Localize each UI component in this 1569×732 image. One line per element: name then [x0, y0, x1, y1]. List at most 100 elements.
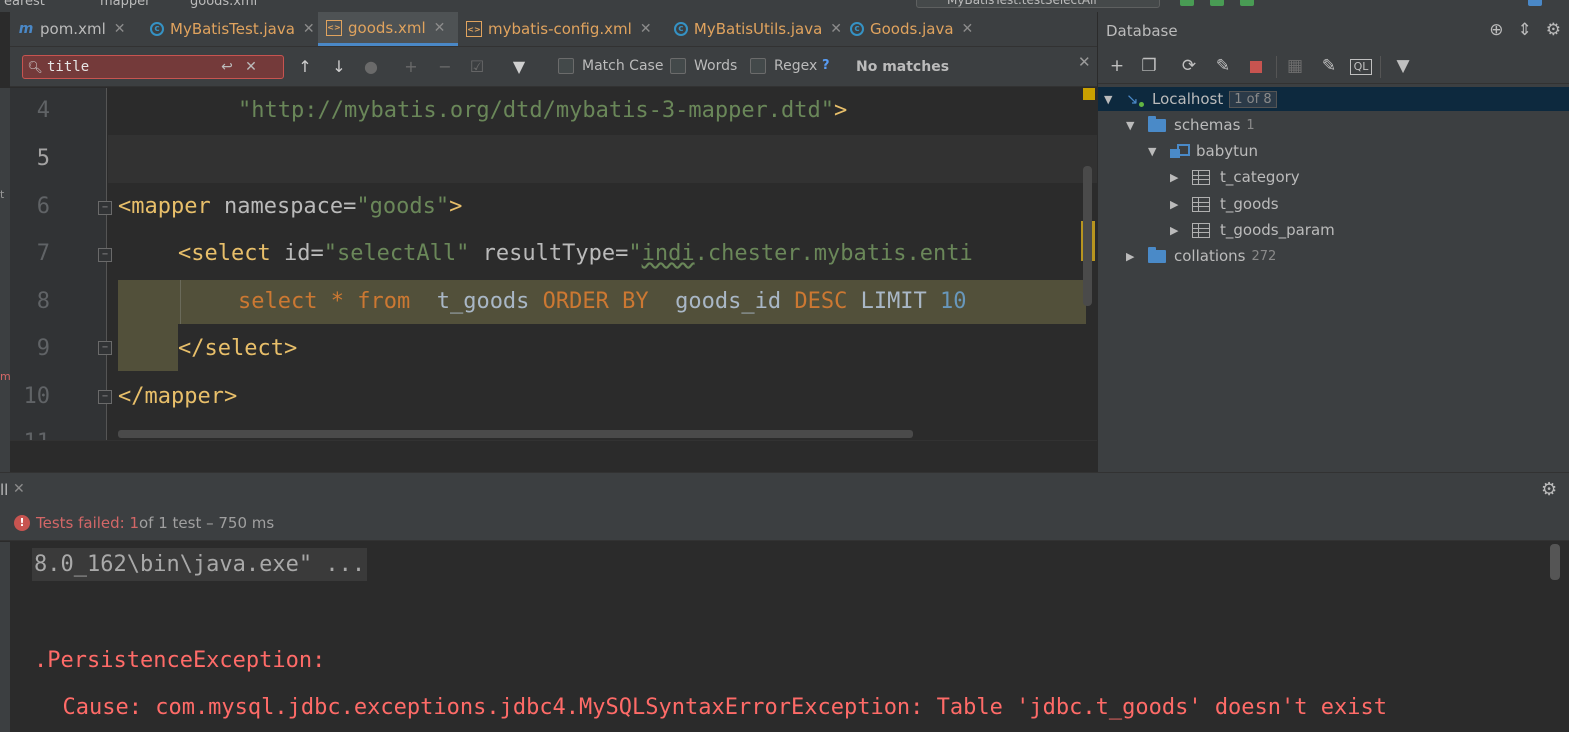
fold-icon[interactable]: −: [98, 248, 112, 262]
edit-icon[interactable]: ✎: [1318, 56, 1340, 76]
warning-marker[interactable]: [1083, 88, 1095, 100]
code-token: <mapper: [118, 194, 211, 219]
toolbar-separator: [1380, 56, 1381, 78]
code-token: namespace=: [210, 194, 357, 219]
database-toolbar: + ❐ ⟳ ✎ ▦ ✎ QL ▼: [1098, 50, 1569, 84]
stop-icon[interactable]: [1250, 61, 1262, 73]
collapse-icon[interactable]: ⇕: [1518, 20, 1532, 40]
close-icon[interactable]: ✕: [114, 21, 126, 37]
vertical-scrollbar[interactable]: [1550, 544, 1560, 580]
tree-node-schemas[interactable]: ▼ schemas 1: [1126, 113, 1255, 137]
line-number: 5: [36, 146, 50, 171]
previous-occurrence-icon[interactable]: ↑: [294, 57, 316, 77]
regex-checkbox[interactable]: Regex: [750, 58, 817, 74]
expand-arrow-icon[interactable]: ▼: [1104, 93, 1116, 106]
close-icon[interactable]: ✕: [830, 21, 842, 37]
tool-marker[interactable]: m: [0, 370, 11, 383]
gear-icon[interactable]: ⚙: [1541, 479, 1557, 500]
expand-arrow-icon[interactable]: ▼: [1126, 119, 1138, 132]
newline-icon[interactable]: ↩: [215, 59, 239, 75]
find-input[interactable]: [47, 59, 215, 75]
tree-node-table[interactable]: ▶ t_goods_param: [1170, 218, 1335, 242]
tab-mybatisutils-java[interactable]: c MyBatisUtils.java ✕: [666, 12, 842, 46]
next-occurrence-icon[interactable]: ↓: [328, 57, 350, 77]
tab-mybatistest-java[interactable]: c MyBatisTest.java ✕: [142, 12, 318, 46]
run-tab-label[interactable]: ll: [0, 481, 8, 499]
tree-node-localhost[interactable]: ▼ ↘ Localhost 1 of 8: [1098, 87, 1569, 111]
filter-icon[interactable]: ▼: [1392, 56, 1414, 76]
expand-arrow-icon[interactable]: ▶: [1170, 224, 1182, 237]
tab-label: pom.xml: [40, 20, 106, 38]
code-token: "selectAll": [323, 241, 470, 266]
find-field[interactable]: 🔍︎ ↩ ✕: [22, 55, 284, 79]
run-configuration-select[interactable]: MyBatisTest.testSelectAll: [916, 0, 1160, 8]
breadcrumb-item[interactable]: goods.xml: [190, 0, 257, 9]
checkbox-box[interactable]: [558, 58, 574, 74]
checkbox-box[interactable]: [750, 58, 766, 74]
table-view-icon[interactable]: ▦: [1284, 56, 1306, 76]
add-occurrence-icon[interactable]: +: [400, 57, 422, 77]
schema-sync-icon[interactable]: ✎: [1212, 56, 1234, 76]
tree-node-collations[interactable]: ▶ collations 272: [1126, 244, 1276, 268]
tab-mybatis-config-xml[interactable]: <> mybatis-config.xml ✕: [458, 12, 666, 46]
coverage-icon[interactable]: [1240, 0, 1254, 6]
remove-occurrence-icon[interactable]: −: [434, 57, 456, 77]
sql-console-icon[interactable]: QL: [1350, 59, 1372, 75]
tree-node-label: t_goods: [1220, 195, 1279, 213]
regex-help-link[interactable]: ?: [822, 58, 830, 73]
find-in-path-icon[interactable]: ●: [360, 57, 382, 77]
match-case-checkbox[interactable]: Match Case: [558, 58, 663, 74]
crosshair-icon[interactable]: ⊕: [1489, 20, 1503, 40]
expand-arrow-icon[interactable]: ▶: [1126, 250, 1138, 263]
close-icon[interactable]: ✕: [962, 21, 974, 37]
words-checkbox[interactable]: Words: [670, 58, 737, 74]
fold-icon[interactable]: −: [98, 390, 112, 404]
toolbar-separator: [1276, 56, 1277, 78]
gear-icon[interactable]: ⚙: [1546, 20, 1561, 40]
selection-highlight: [118, 324, 178, 371]
fold-icon[interactable]: −: [98, 341, 112, 355]
filter-icon[interactable]: ▼: [508, 57, 530, 77]
close-icon[interactable]: ✕: [434, 20, 446, 36]
horizontal-scrollbar[interactable]: [118, 430, 913, 438]
refresh-icon[interactable]: ⟳: [1178, 56, 1200, 76]
search-icon[interactable]: 🔍︎: [23, 60, 47, 74]
tool-marker[interactable]: t: [0, 188, 8, 201]
find-result-text: No matches: [856, 59, 950, 75]
layout-icon[interactable]: [1528, 0, 1542, 6]
tree-node-label: schemas: [1174, 116, 1241, 134]
clear-icon[interactable]: ✕: [239, 59, 263, 75]
expand-arrow-icon[interactable]: ▶: [1170, 198, 1182, 211]
expand-arrow-icon[interactable]: ▼: [1148, 145, 1160, 158]
code-line: select * from t_goods ORDER BY goods_id …: [238, 289, 967, 314]
caret-row: [108, 135, 1097, 183]
breadcrumb-item[interactable]: earest: [4, 0, 45, 9]
code-token: LIMIT: [847, 289, 941, 314]
tree-node-table[interactable]: ▶ t_category: [1170, 165, 1300, 189]
close-icon[interactable]: ✕: [303, 21, 315, 37]
fold-icon[interactable]: −: [98, 201, 112, 215]
copy-icon[interactable]: ❐: [1138, 56, 1160, 76]
breadcrumb-item[interactable]: mapper: [100, 0, 150, 9]
tab-label: goods.xml: [348, 18, 426, 37]
tab-pom-xml[interactable]: m pom.xml ✕: [10, 12, 142, 46]
run-panel-header: ll ✕ ⚙: [0, 472, 1569, 506]
run-icon[interactable]: [1180, 0, 1194, 6]
tab-goods-java[interactable]: c Goods.java ✕: [842, 12, 982, 46]
vertical-scrollbar[interactable]: [1083, 166, 1092, 306]
console-output[interactable]: 8.0_162\bin\java.exe" ... .PersistenceEx…: [10, 542, 1569, 732]
code-editor[interactable]: 4 5 6 7 8 9 10 11 − − − − "http://mybati…: [10, 88, 1097, 440]
tree-node-table[interactable]: ▶ t_goods: [1170, 192, 1279, 216]
error-icon: !: [14, 515, 30, 531]
tree-node-babytun[interactable]: ▼ babytun: [1148, 139, 1258, 163]
checkbox-box[interactable]: [670, 58, 686, 74]
debug-icon[interactable]: [1210, 0, 1224, 6]
close-icon[interactable]: ✕: [1078, 53, 1091, 71]
expand-arrow-icon[interactable]: ▶: [1170, 171, 1182, 184]
close-icon[interactable]: ✕: [640, 21, 652, 37]
select-all-occurrences-icon[interactable]: ☑: [466, 57, 488, 77]
tree-node-count: 1: [1246, 117, 1255, 133]
close-icon[interactable]: ✕: [13, 481, 25, 497]
tab-goods-xml[interactable]: <> goods.xml ✕: [318, 12, 458, 46]
add-icon[interactable]: +: [1106, 56, 1128, 76]
